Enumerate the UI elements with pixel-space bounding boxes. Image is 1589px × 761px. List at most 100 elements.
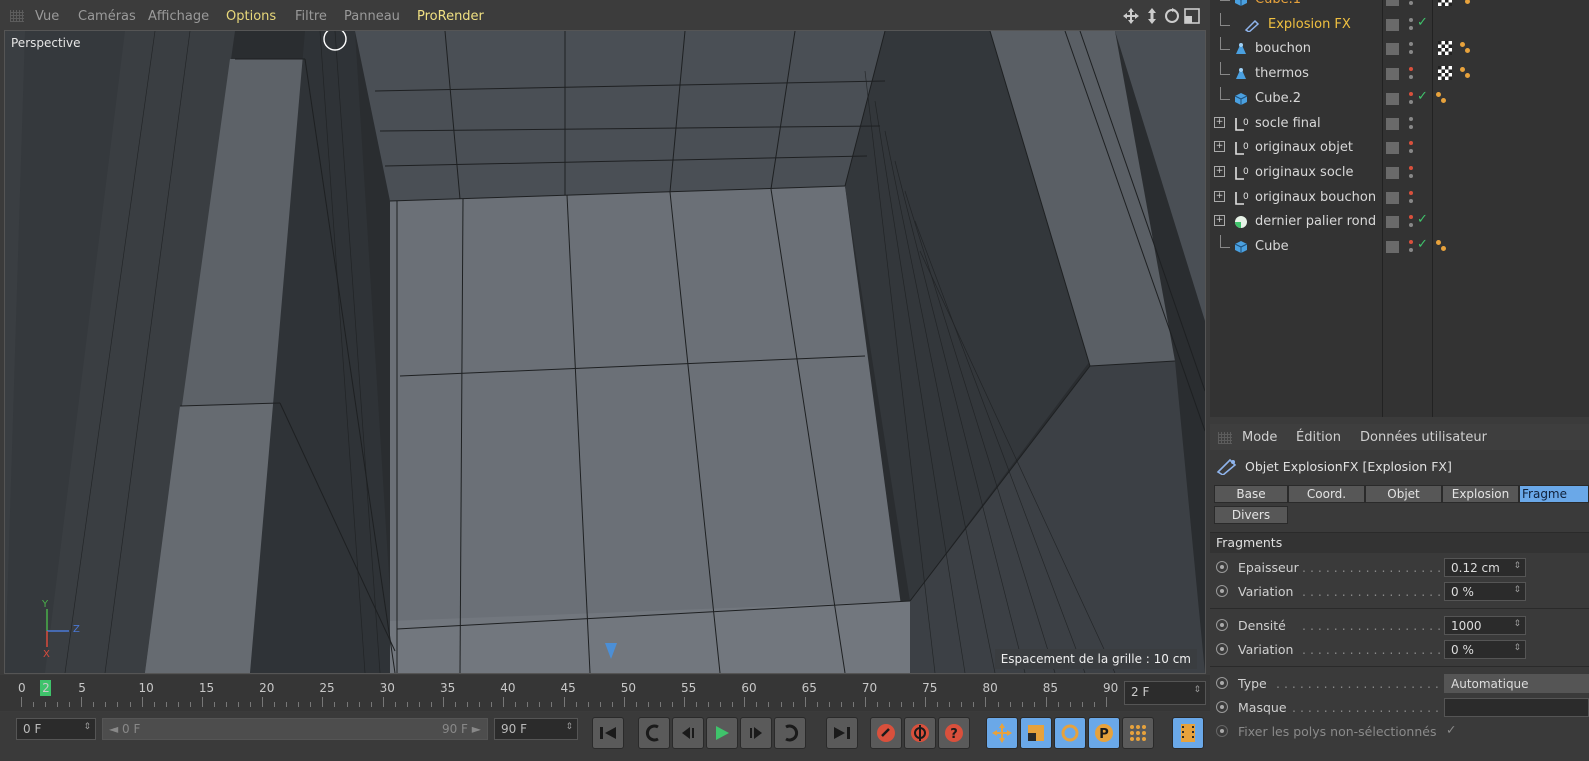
- menu-panneau[interactable]: Panneau: [344, 9, 400, 24]
- object-row[interactable]: +0 originaux bouchon: [1210, 186, 1589, 210]
- texture-tag-icon[interactable]: [1438, 41, 1452, 56]
- masque-link-field[interactable]: [1444, 698, 1589, 717]
- grip-icon[interactable]: [1218, 432, 1232, 444]
- tab-explosion[interactable]: Explosion: [1442, 485, 1519, 503]
- material-tag-icon[interactable]: [1460, 42, 1465, 48]
- type-dropdown[interactable]: Automatique: [1444, 674, 1589, 693]
- stepper-icon[interactable]: ⇕: [1513, 619, 1521, 629]
- render-visibility-dot[interactable]: [1409, 50, 1413, 55]
- texture-tag-icon[interactable]: [1438, 66, 1452, 81]
- next-frame-button[interactable]: [740, 717, 772, 749]
- render-visibility-dot[interactable]: [1409, 173, 1413, 178]
- prev-frame-button[interactable]: [672, 717, 704, 749]
- object-row[interactable]: + dernier palier rond ✓: [1210, 210, 1589, 234]
- go-to-end-button[interactable]: [826, 717, 858, 749]
- menu-mode[interactable]: Mode: [1242, 430, 1277, 445]
- object-row[interactable]: thermos: [1210, 62, 1589, 86]
- render-visibility-dot[interactable]: [1409, 198, 1413, 203]
- stepper-icon[interactable]: ⇕: [1513, 585, 1521, 595]
- object-row[interactable]: +0 originaux socle: [1210, 161, 1589, 185]
- object-row[interactable]: +0 socle final: [1210, 112, 1589, 136]
- render-visibility-dot[interactable]: [1409, 25, 1413, 30]
- animate-toggle-icon[interactable]: [1216, 619, 1228, 631]
- render-visibility-dot[interactable]: [1409, 99, 1413, 104]
- editor-visibility-dot[interactable]: [1409, 215, 1413, 220]
- current-frame-field[interactable]: 2 F ⇕: [1124, 681, 1206, 705]
- animate-toggle-icon[interactable]: [1216, 643, 1228, 655]
- texture-tag-icon[interactable]: [1438, 0, 1452, 6]
- render-visibility-dot[interactable]: [1409, 248, 1413, 252]
- tab-fragments[interactable]: Fragme: [1519, 485, 1589, 503]
- editor-visibility-dot[interactable]: [1409, 17, 1413, 22]
- editor-visibility-dot[interactable]: [1409, 116, 1413, 121]
- material-tag-icon[interactable]: [1460, 67, 1465, 73]
- end-frame-field[interactable]: 90 F ⇕: [494, 718, 578, 740]
- play-button[interactable]: [706, 717, 738, 749]
- object-row[interactable]: bouchon: [1210, 37, 1589, 61]
- editor-visibility-dot[interactable]: [1409, 42, 1413, 47]
- menu-user-data[interactable]: Données utilisateur: [1360, 430, 1487, 445]
- expand-icon[interactable]: +: [1214, 165, 1225, 177]
- animate-toggle-icon[interactable]: [1216, 677, 1228, 689]
- stepper-icon[interactable]: ⇕: [83, 722, 91, 732]
- rotate-key-button[interactable]: [1054, 717, 1086, 749]
- expand-icon[interactable]: +: [1214, 116, 1225, 128]
- editor-visibility-dot[interactable]: [1409, 67, 1413, 72]
- render-visibility-dot[interactable]: [1409, 1, 1413, 5]
- frame-range-slider[interactable]: ◄ 0 F 90 F ►: [102, 718, 488, 740]
- next-key-button[interactable]: [774, 717, 806, 749]
- variation-field[interactable]: 0 % ⇕: [1444, 640, 1526, 659]
- expand-icon[interactable]: +: [1214, 190, 1225, 202]
- layer-toggle-icon[interactable]: [1386, 43, 1399, 56]
- menu-edition[interactable]: Édition: [1296, 430, 1341, 445]
- start-frame-field[interactable]: 0 F ⇕: [16, 718, 96, 740]
- object-row[interactable]: +0 originaux objet: [1210, 136, 1589, 160]
- menu-affichage[interactable]: Affichage: [148, 9, 209, 24]
- move-key-button[interactable]: [986, 717, 1018, 749]
- stepper-icon[interactable]: ⇕: [1513, 561, 1521, 571]
- record-button[interactable]: [870, 717, 902, 749]
- stepper-icon[interactable]: ⇕: [1193, 685, 1201, 695]
- layer-toggle-icon[interactable]: [1386, 117, 1399, 130]
- animate-toggle-icon[interactable]: [1216, 725, 1228, 737]
- enabled-check-icon[interactable]: ✓: [1417, 15, 1428, 30]
- layer-toggle-icon[interactable]: [1386, 68, 1399, 81]
- render-visibility-dot[interactable]: [1409, 223, 1413, 228]
- layer-toggle-icon[interactable]: [1386, 191, 1399, 204]
- go-to-start-button[interactable]: [592, 717, 624, 749]
- layer-toggle-icon[interactable]: [1386, 0, 1399, 6]
- timeline-button[interactable]: [1172, 717, 1204, 749]
- editor-visibility-dot[interactable]: [1409, 190, 1413, 195]
- tab-divers[interactable]: Divers: [1214, 506, 1288, 524]
- layer-toggle-icon[interactable]: [1386, 216, 1399, 229]
- layer-toggle-icon[interactable]: [1386, 166, 1399, 179]
- menu-options[interactable]: Options: [226, 9, 276, 24]
- densite-field[interactable]: 1000 ⇕: [1444, 616, 1526, 635]
- editor-visibility-dot[interactable]: [1409, 240, 1413, 244]
- enabled-check-icon[interactable]: ✓: [1417, 89, 1428, 104]
- editor-visibility-dot[interactable]: [1409, 141, 1413, 146]
- tab-base[interactable]: Base: [1214, 485, 1288, 503]
- object-row[interactable]: Cube ✓: [1210, 235, 1589, 259]
- render-visibility-dot[interactable]: [1409, 124, 1413, 129]
- enabled-check-icon[interactable]: ✓: [1417, 212, 1428, 227]
- layer-toggle-icon[interactable]: [1386, 92, 1399, 105]
- keyframe-help-button[interactable]: ?: [938, 717, 970, 749]
- grip-icon[interactable]: [10, 10, 24, 22]
- param-key-button[interactable]: P: [1088, 717, 1120, 749]
- expand-icon[interactable]: +: [1214, 215, 1225, 227]
- object-row[interactable]: Cube.2 ✓: [1210, 86, 1589, 111]
- object-row[interactable]: Cube.1: [1210, 0, 1589, 12]
- editor-visibility-dot[interactable]: [1409, 91, 1413, 96]
- menu-cameras[interactable]: Caméras: [78, 9, 136, 24]
- layer-toggle-icon[interactable]: [1386, 142, 1399, 155]
- object-row[interactable]: Explosion FX ✓: [1210, 12, 1589, 37]
- point-level-button[interactable]: [1122, 717, 1154, 749]
- timeline-ruler[interactable]: 0 2 5 10 15 20 25 30 35 40 45 50 55 60 65 70 75 80 85 90: [0, 675, 1210, 711]
- enabled-check-icon[interactable]: ✓: [1417, 237, 1428, 252]
- editor-visibility-dot[interactable]: [1409, 165, 1413, 170]
- perspective-viewport[interactable]: Y Z X Perspective Espacement de la grill…: [4, 30, 1206, 674]
- zoom-view-icon[interactable]: [1148, 8, 1156, 24]
- expand-icon[interactable]: +: [1214, 141, 1225, 153]
- menu-vue[interactable]: Vue: [35, 9, 59, 24]
